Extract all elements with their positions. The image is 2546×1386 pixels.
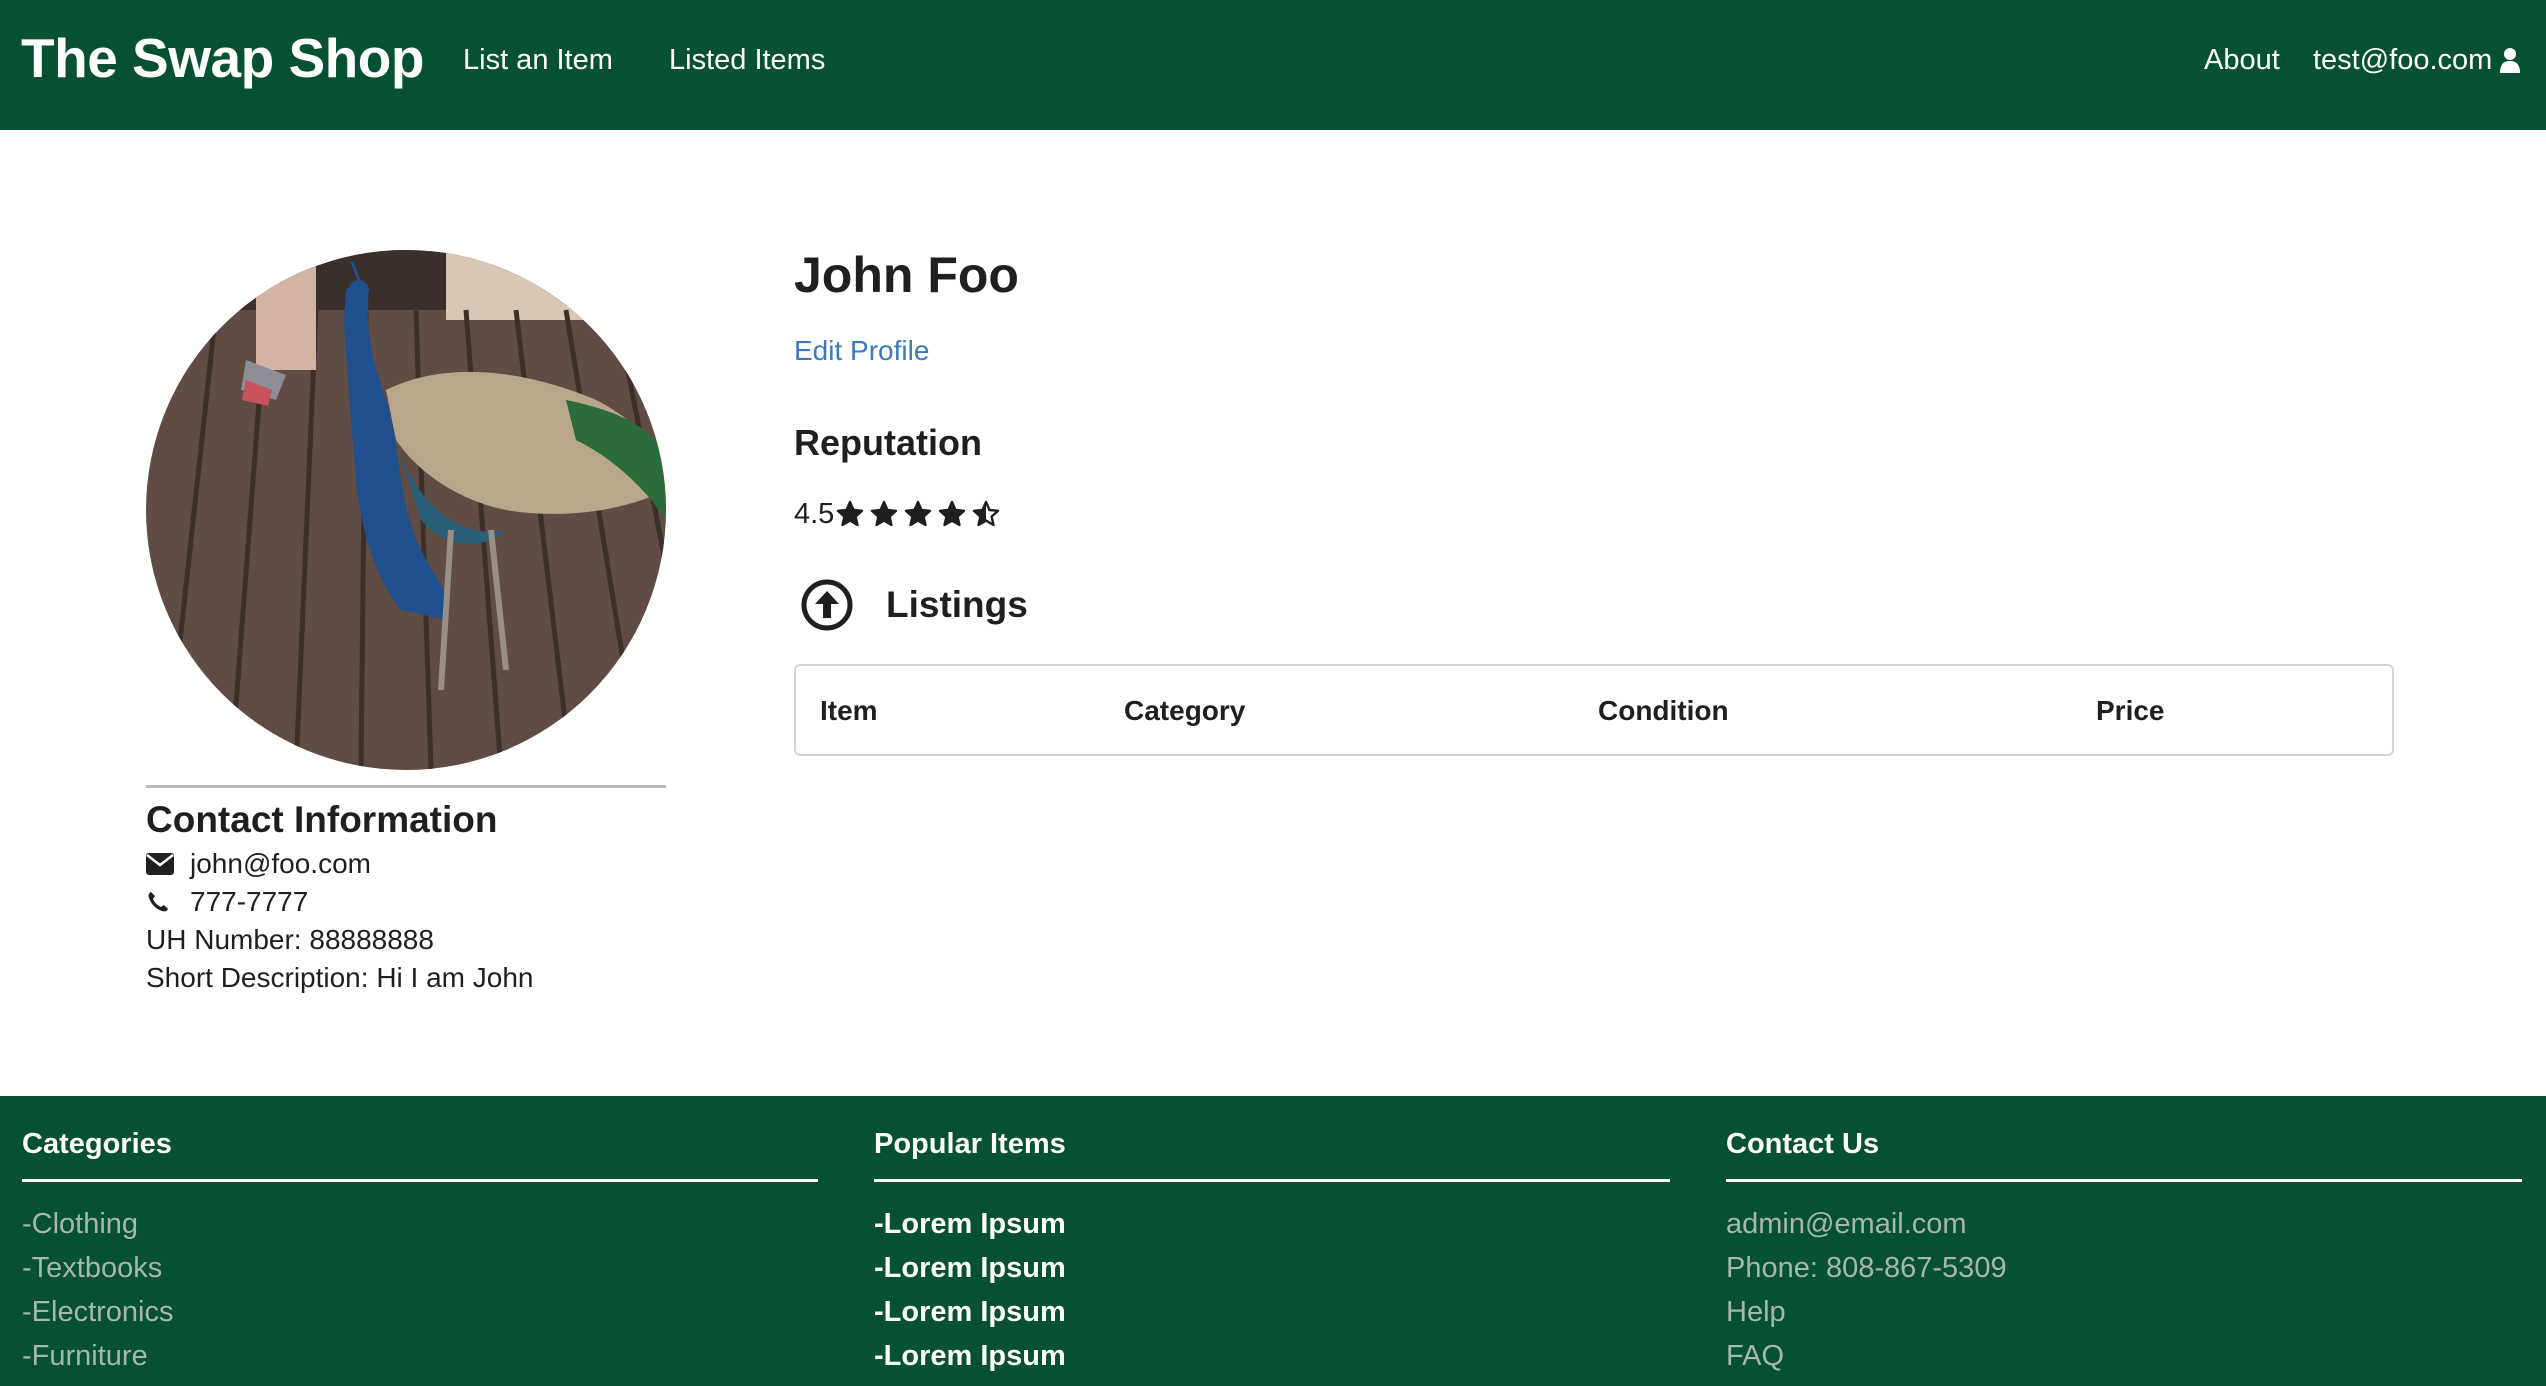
nav-listed-items[interactable]: Listed Items xyxy=(669,43,825,77)
star-half-icon xyxy=(973,500,1000,527)
footer-popular-link[interactable]: -Lorem Ipsum xyxy=(874,1206,1066,1242)
footer-popular-link[interactable]: -Lorem Ipsum xyxy=(874,1294,1066,1330)
contact-uh-number: UH Number: 88888888 xyxy=(146,924,434,955)
footer-categories-heading: Categories xyxy=(22,1128,172,1160)
listings-header: Listings xyxy=(800,578,1028,632)
footer-help-link[interactable]: Help xyxy=(1726,1294,1786,1330)
footer-faq-link[interactable]: FAQ xyxy=(1726,1338,1784,1374)
footer-category-link[interactable]: -Electronics xyxy=(22,1294,174,1330)
arrow-circle-up-icon[interactable] xyxy=(800,578,854,632)
table-header-item[interactable]: Item xyxy=(820,694,878,728)
brand-logo[interactable]: The Swap Shop xyxy=(21,28,424,88)
star-rating xyxy=(836,500,1000,528)
star-full-icon xyxy=(837,500,864,527)
footer-popular-link[interactable]: -Lorem Ipsum xyxy=(874,1338,1066,1374)
peacock-photo xyxy=(146,250,666,770)
profile-name: John Foo xyxy=(794,247,1019,303)
reputation-rating: 4.5 xyxy=(794,494,1000,534)
contact-short-description: Short Description: Hi I am John xyxy=(146,962,534,993)
table-header-price[interactable]: Price xyxy=(2096,694,2165,728)
edit-profile-link[interactable]: Edit Profile xyxy=(794,333,929,369)
nav-about[interactable]: About xyxy=(2204,43,2280,77)
avatar-divider xyxy=(146,785,666,788)
footer-popular-link[interactable]: -Lorem Ipsum xyxy=(874,1250,1066,1286)
listings-table: Item Category Condition Price xyxy=(794,664,2394,756)
star-full-icon xyxy=(905,500,932,527)
star-full-icon xyxy=(871,500,898,527)
reputation-heading: Reputation xyxy=(794,422,982,463)
rating-value: 4.5 xyxy=(794,497,835,530)
footer: Categories -Clothing -Textbooks -Electro… xyxy=(0,1096,2546,1386)
table-header-condition[interactable]: Condition xyxy=(1598,694,1729,728)
footer-contact-email[interactable]: admin@email.com xyxy=(1726,1206,1967,1242)
footer-category-link[interactable]: -Textbooks xyxy=(22,1250,162,1286)
user-icon xyxy=(2500,48,2521,73)
footer-contact-heading: Contact Us xyxy=(1726,1128,1880,1160)
contact-email: john@foo.com xyxy=(146,846,371,882)
contact-phone: 777-7777 xyxy=(146,884,308,920)
top-navbar: The Swap Shop List an Item Listed Items … xyxy=(0,0,2546,130)
footer-divider xyxy=(22,1179,818,1182)
user-email: test@foo.com xyxy=(2313,44,2493,76)
phone-icon xyxy=(146,890,190,914)
user-menu[interactable]: test@foo.com xyxy=(2313,43,2521,77)
footer-category-link[interactable]: -Furniture xyxy=(22,1338,148,1374)
footer-contact-phone[interactable]: Phone: 808-867-5309 xyxy=(1726,1250,2007,1286)
contact-phone-text: 777-7777 xyxy=(190,886,309,917)
star-full-icon xyxy=(939,500,966,527)
contact-information-heading: Contact Information xyxy=(146,799,498,840)
listings-heading: Listings xyxy=(886,584,1028,625)
contact-email-text[interactable]: john@foo.com xyxy=(190,846,371,882)
envelope-icon xyxy=(146,853,190,875)
footer-category-link[interactable]: -Clothing xyxy=(22,1206,138,1242)
profile-avatar xyxy=(146,250,666,770)
table-header-category[interactable]: Category xyxy=(1124,694,1245,728)
footer-divider xyxy=(1726,1179,2522,1182)
footer-popular-heading: Popular Items xyxy=(874,1128,1066,1160)
nav-list-an-item[interactable]: List an Item xyxy=(463,43,613,77)
footer-divider xyxy=(874,1179,1670,1182)
